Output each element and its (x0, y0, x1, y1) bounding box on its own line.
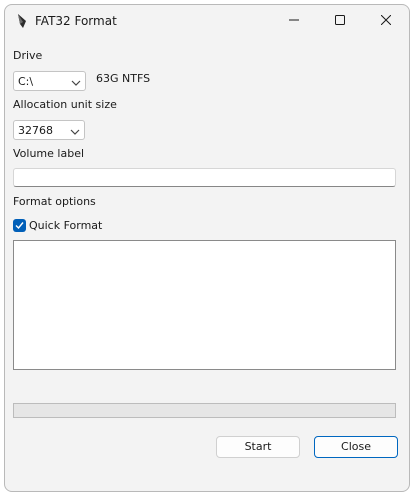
allocation-unit-value: 32768 (18, 124, 53, 137)
maximize-button[interactable] (317, 5, 363, 37)
close-button[interactable]: Close (314, 436, 398, 458)
close-window-button[interactable] (363, 5, 409, 37)
minimize-button[interactable] (271, 5, 317, 37)
quick-format-label: Quick Format (29, 218, 103, 232)
volume-label-heading: Volume label (13, 147, 85, 160)
checkmark-icon (13, 218, 26, 232)
minimize-icon (289, 15, 299, 28)
chevron-down-icon (71, 77, 81, 86)
window-title: FAT32 Format (35, 14, 117, 28)
quick-format-checkbox[interactable]: Quick Format (13, 217, 102, 233)
drive-label: Drive (13, 49, 43, 62)
pen-nib-icon (15, 13, 31, 29)
maximize-icon (335, 14, 345, 28)
app-window: FAT32 Format Drive C:\ 63G NTFS Allocati… (4, 4, 410, 492)
status-log[interactable] (13, 240, 396, 370)
progress-bar (13, 403, 396, 418)
drive-info: 63G NTFS (96, 72, 151, 85)
format-options-label: Format options (13, 195, 96, 208)
allocation-unit-select[interactable]: 32768 (13, 120, 85, 140)
close-icon (380, 14, 392, 28)
drive-select-value: C:\ (18, 75, 34, 88)
volume-label-input[interactable] (13, 168, 396, 187)
allocation-unit-label: Allocation unit size (13, 98, 117, 111)
drive-select[interactable]: C:\ (13, 71, 86, 91)
chevron-down-icon (70, 126, 80, 135)
title-bar[interactable]: FAT32 Format (5, 5, 409, 37)
start-button[interactable]: Start (216, 436, 300, 458)
